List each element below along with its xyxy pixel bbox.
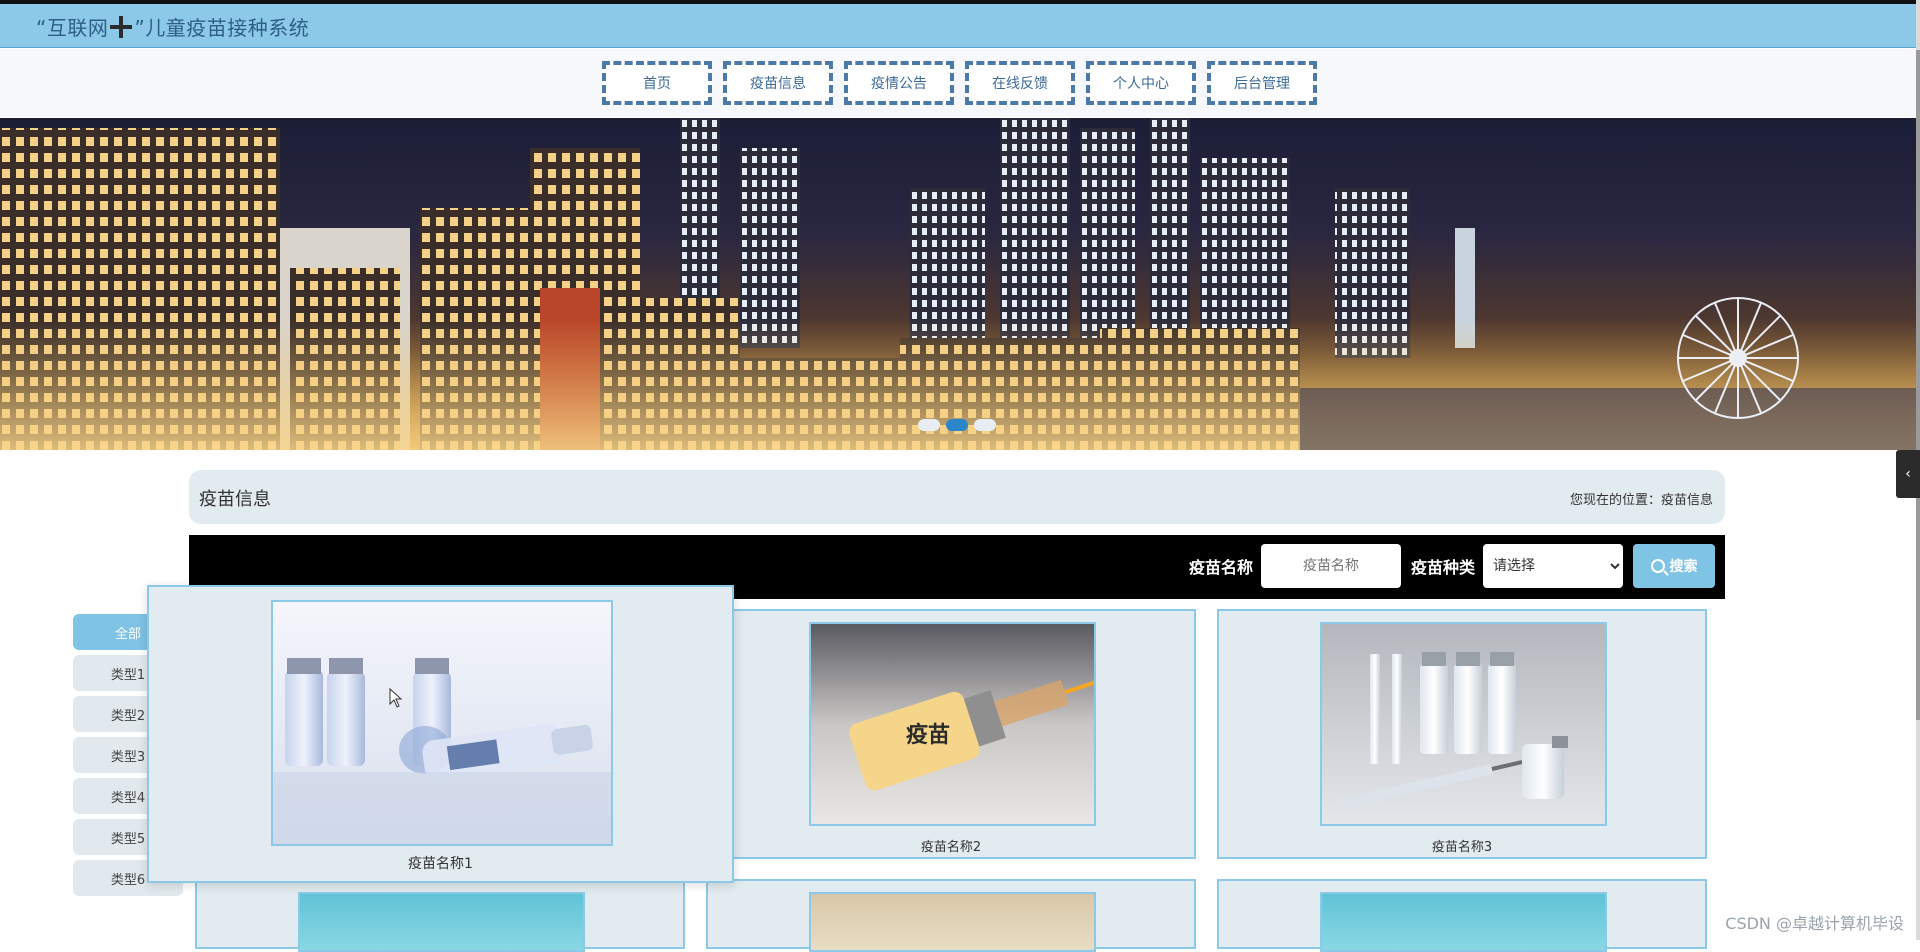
nav-home[interactable]: 首页 bbox=[602, 61, 712, 105]
mouse-pointer-icon bbox=[389, 688, 403, 708]
breadcrumb: 您现在的位置：疫苗信息 bbox=[1569, 493, 1713, 508]
main-nav: 首页 疫苗信息 疫情公告 在线反馈 个人中心 后台管理 bbox=[0, 49, 1916, 117]
product-image-5[interactable] bbox=[809, 892, 1096, 952]
watermark-text: CSDN @卓越计算机毕设 bbox=[1725, 914, 1904, 933]
product-image-6[interactable] bbox=[1320, 892, 1607, 952]
section-title: 疫苗信息 bbox=[199, 489, 271, 510]
vial-label-text: 疫苗 bbox=[906, 722, 950, 748]
vaccine-type-select[interactable]: 请选择 bbox=[1483, 544, 1623, 588]
search-button-label: 搜索 bbox=[1669, 559, 1698, 575]
search-button[interactable]: 搜索 bbox=[1633, 544, 1715, 588]
page-scrollbar-thumb[interactable] bbox=[1916, 50, 1920, 720]
vaccine-name-input[interactable] bbox=[1260, 544, 1401, 588]
chevron-left-icon[interactable]: ‹ bbox=[1896, 450, 1920, 498]
site-title[interactable]: “互联网 ”儿童疫苗接种系统 bbox=[36, 12, 309, 41]
carousel-dot-2[interactable] bbox=[946, 419, 968, 431]
carousel-dot-1[interactable] bbox=[918, 419, 940, 431]
product-name-3[interactable]: 疫苗名称3 bbox=[1219, 836, 1705, 855]
site-header: “互联网 ”儿童疫苗接种系统 bbox=[0, 4, 1916, 48]
banner-carousel[interactable] bbox=[0, 118, 1916, 450]
product-card-6[interactable] bbox=[1217, 879, 1707, 952]
product-card-2[interactable]: 疫苗 疫苗名称2 bbox=[706, 609, 1196, 859]
vaccine-type-label: 疫苗种类 bbox=[1410, 558, 1475, 577]
vaccine-vials-syringe-image bbox=[273, 602, 611, 844]
product-name-2[interactable]: 疫苗名称2 bbox=[708, 836, 1194, 855]
product-card-5[interactable] bbox=[706, 879, 1196, 952]
product-image-2[interactable]: 疫苗 bbox=[809, 622, 1096, 826]
nav-personal-center[interactable]: 个人中心 bbox=[1086, 61, 1196, 105]
vaccine-name-label: 疫苗名称 bbox=[1188, 558, 1253, 577]
site-title-part1: “互联网 bbox=[36, 16, 109, 40]
nav-vaccine-info[interactable]: 疫苗信息 bbox=[723, 61, 833, 105]
product-card-3[interactable]: 疫苗名称3 bbox=[1217, 609, 1707, 859]
carousel-dot-3[interactable] bbox=[974, 419, 996, 431]
search-icon bbox=[1650, 559, 1665, 573]
section-header: 疫苗信息 您现在的位置：疫苗信息 bbox=[189, 470, 1725, 524]
product-image-1[interactable] bbox=[271, 600, 613, 846]
product-card-1[interactable]: 疫苗名称1 bbox=[147, 585, 734, 883]
product-card-4[interactable] bbox=[195, 879, 685, 952]
nav-epidemic-notice[interactable]: 疫情公告 bbox=[844, 61, 954, 105]
carousel-indicators bbox=[918, 419, 996, 431]
vaccine-bottles-image bbox=[1322, 624, 1605, 824]
banner-cityscape-image bbox=[0, 118, 1916, 450]
nav-admin[interactable]: 后台管理 bbox=[1207, 61, 1317, 105]
product-image-4[interactable] bbox=[298, 892, 585, 952]
cross-icon bbox=[109, 15, 133, 39]
nav-online-feedback[interactable]: 在线反馈 bbox=[965, 61, 1075, 105]
vaccine-vial-image: 疫苗 bbox=[811, 624, 1094, 824]
site-title-part2: ”儿童疫苗接种系统 bbox=[134, 16, 310, 40]
product-image-3[interactable] bbox=[1320, 622, 1607, 826]
product-name-1[interactable]: 疫苗名称1 bbox=[149, 853, 732, 873]
